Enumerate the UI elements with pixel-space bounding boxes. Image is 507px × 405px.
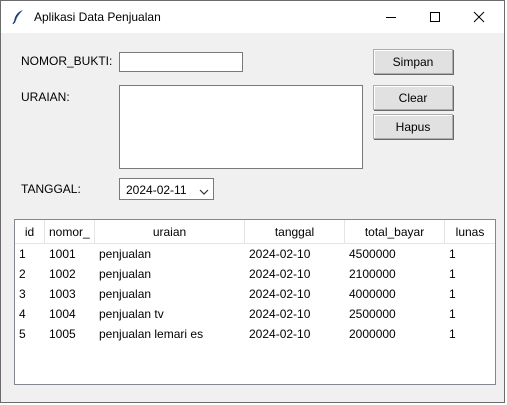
cell-total-bayar: 4500000 [349,247,396,261]
feather-icon [11,9,25,25]
close-icon [473,11,485,23]
cell-lunas: 1 [449,327,456,341]
cell-tanggal: 2024-02-10 [249,267,311,281]
cell-id: 4 [19,307,26,321]
table-row[interactable]: 2 1002 penjualan 2024-02-10 2100000 1 [15,264,495,284]
title-bar[interactable]: Aplikasi Data Penjualan [1,1,504,33]
cell-total-bayar: 2000000 [349,327,396,341]
nomor-bukti-input[interactable] [119,52,243,72]
cell-total-bayar: 2100000 [349,267,396,281]
column-header-id[interactable]: id [15,220,45,244]
table-header: id nomor_ uraian tanggal total_bayar lun… [15,220,495,244]
table-row[interactable]: 4 1004 penjualan tv 2024-02-10 2500000 1 [15,304,495,324]
column-header-uraian[interactable]: uraian [95,220,245,244]
cell-lunas: 1 [449,287,456,301]
table-row[interactable]: 5 1005 penjualan lemari es 2024-02-10 20… [15,324,495,344]
uraian-label: URAIAN: [21,90,70,104]
cell-tanggal: 2024-02-10 [249,307,311,321]
table-row[interactable]: 1 1001 penjualan 2024-02-10 4500000 1 [15,244,495,264]
nomor-bukti-label: NOMOR_BUKTI: [21,54,113,68]
uraian-textarea[interactable] [119,85,363,169]
cell-uraian: penjualan [99,287,152,301]
cell-lunas: 1 [449,267,456,281]
minimize-button[interactable] [369,1,413,33]
cell-id: 3 [19,287,26,301]
maximize-icon [430,12,440,22]
data-table[interactable]: id nomor_ uraian tanggal total_bayar lun… [14,219,496,385]
tanggal-date-picker[interactable]: 2024-02-11 [119,178,214,200]
cell-id: 5 [19,327,26,341]
cell-tanggal: 2024-02-10 [249,247,311,261]
cell-total-bayar: 4000000 [349,287,396,301]
cell-nomor: 1001 [49,247,76,261]
table-row[interactable]: 3 1003 penjualan 2024-02-10 4000000 1 [15,284,495,304]
cell-lunas: 1 [449,247,456,261]
cell-total-bayar: 2500000 [349,307,396,321]
cell-uraian: penjualan [99,247,152,261]
cell-nomor: 1005 [49,327,76,341]
column-header-lunas[interactable]: lunas [445,220,495,244]
maximize-button[interactable] [413,1,457,33]
hapus-button[interactable]: Hapus [373,114,453,139]
cell-id: 2 [19,267,26,281]
cell-uraian: penjualan lemari es [99,327,204,341]
cell-tanggal: 2024-02-10 [249,287,311,301]
column-header-nomor[interactable]: nomor_ [45,220,95,244]
cell-lunas: 1 [449,307,456,321]
app-window: Aplikasi Data Penjualan NOMOR_BUKTI: URA… [0,0,505,403]
close-button[interactable] [457,1,501,33]
window-title: Aplikasi Data Penjualan [34,10,161,24]
column-header-total-bayar[interactable]: total_bayar [345,220,445,244]
simpan-button[interactable]: Simpan [373,49,453,74]
cell-uraian: penjualan tv [99,307,164,321]
minimize-icon [386,17,396,18]
cell-uraian: penjualan [99,267,152,281]
cell-nomor: 1003 [49,287,76,301]
clear-button[interactable]: Clear [373,85,453,110]
column-header-tanggal[interactable]: tanggal [245,220,345,244]
cell-nomor: 1002 [49,267,76,281]
chevron-down-icon[interactable] [199,185,209,195]
cell-id: 1 [19,247,26,261]
cell-tanggal: 2024-02-10 [249,327,311,341]
tanggal-value: 2024-02-11 [126,183,187,197]
tanggal-label: TANGGAL: [21,182,81,196]
cell-nomor: 1004 [49,307,76,321]
